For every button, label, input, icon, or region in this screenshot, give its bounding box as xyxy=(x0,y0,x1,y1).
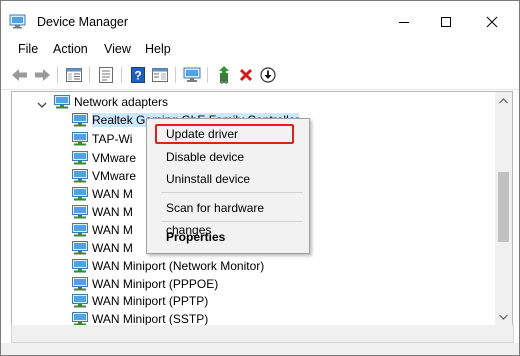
network-adapter-icon xyxy=(72,258,88,272)
status-bar xyxy=(1,343,519,355)
network-adapter-icon xyxy=(72,276,88,290)
device-label: WAN Miniport (PPTP) xyxy=(92,293,209,308)
scroll-down-icon[interactable] xyxy=(495,308,512,325)
device-item[interactable]: WAN M xyxy=(72,203,133,220)
forward-arrow-icon[interactable] xyxy=(33,66,51,84)
device-item[interactable]: WAN M xyxy=(72,185,133,202)
minimize-button[interactable] xyxy=(381,1,427,43)
device-label: WAN Miniport (Network Monitor) xyxy=(92,258,265,273)
device-label: WAN M xyxy=(92,222,133,237)
device-label: WAN M xyxy=(92,186,133,201)
action-pane-icon[interactable] xyxy=(151,66,169,84)
device-label: VMware xyxy=(92,150,137,165)
back-arrow-icon[interactable] xyxy=(11,66,29,84)
vertical-scrollbar[interactable] xyxy=(495,91,513,326)
device-item[interactable]: WAN Miniport (Network Monitor) xyxy=(72,257,264,274)
network-adapter-icon xyxy=(54,94,70,108)
device-label: WAN Miniport (SSTP) xyxy=(92,311,209,326)
minimize-icon xyxy=(399,22,409,23)
properties-icon[interactable] xyxy=(97,66,115,84)
scroll-up-icon[interactable] xyxy=(495,92,512,109)
scrollbar-thumb[interactable] xyxy=(498,172,509,242)
category-network-adapters[interactable]: Network adapters xyxy=(54,93,168,110)
monitor-icon[interactable] xyxy=(183,66,201,84)
menu-view[interactable]: View xyxy=(104,42,131,56)
device-manager-icon xyxy=(9,14,26,29)
device-item[interactable]: WAN M xyxy=(72,239,133,256)
device-label: VMware xyxy=(92,168,137,183)
category-label: Network adapters xyxy=(74,94,169,109)
close-button[interactable] xyxy=(469,1,515,43)
network-adapter-icon xyxy=(72,112,88,126)
svg-text:?: ? xyxy=(134,69,141,83)
update-driver-highlight xyxy=(155,124,294,144)
device-label: TAP-Wi xyxy=(92,131,133,146)
device-item[interactable]: WAN M xyxy=(72,221,133,238)
menu-help[interactable]: Help xyxy=(145,42,171,56)
device-label: WAN M xyxy=(92,204,133,219)
network-adapter-icon xyxy=(72,240,88,254)
window-title: Device Manager xyxy=(37,15,129,29)
device-item[interactable]: WAN Miniport (PPTP) xyxy=(72,292,208,309)
download-icon[interactable] xyxy=(259,66,277,84)
network-adapter-icon xyxy=(72,131,88,145)
menu-bar: File Action View Help xyxy=(1,39,519,59)
device-item[interactable]: VMware xyxy=(72,167,136,184)
disable-device-menu-item[interactable]: Disable device xyxy=(147,146,309,168)
network-adapter-icon xyxy=(72,222,88,236)
network-adapter-icon xyxy=(72,168,88,182)
update-driver-icon[interactable] xyxy=(215,66,233,84)
collapse-chevron-icon[interactable] xyxy=(37,98,47,112)
uninstall-icon[interactable] xyxy=(237,66,255,84)
uninstall-device-menu-item[interactable]: Uninstall device xyxy=(147,168,309,190)
network-adapter-icon xyxy=(72,186,88,200)
menu-action[interactable]: Action xyxy=(53,42,88,56)
device-item[interactable]: WAN Miniport (SSTP) xyxy=(72,310,209,326)
device-item[interactable]: WAN Miniport (PPPOE) xyxy=(72,275,218,292)
horizontal-scrollbar[interactable] xyxy=(11,325,514,343)
menu-separator xyxy=(161,221,303,222)
help-icon[interactable]: ? xyxy=(129,66,147,84)
network-adapter-icon xyxy=(72,311,88,325)
maximize-icon xyxy=(441,17,451,27)
device-item[interactable]: VMware xyxy=(72,149,136,166)
menu-file[interactable]: File xyxy=(18,42,38,56)
toolbar: ? xyxy=(1,61,519,90)
maximize-button[interactable] xyxy=(423,1,469,43)
device-label: WAN Miniport (PPPOE) xyxy=(92,276,219,291)
network-adapter-icon xyxy=(72,150,88,164)
close-icon xyxy=(486,16,498,28)
title-bar[interactable]: Device Manager xyxy=(1,1,519,43)
properties-menu-item[interactable]: Properties xyxy=(147,226,309,248)
menu-separator xyxy=(161,192,303,193)
device-label: WAN M xyxy=(92,240,133,255)
scan-hardware-menu-item[interactable]: Scan for hardware changes xyxy=(147,197,309,237)
show-hide-console-tree-icon[interactable] xyxy=(65,66,83,84)
device-item[interactable]: TAP-Wi xyxy=(72,130,132,147)
network-adapter-icon xyxy=(72,204,88,218)
network-adapter-icon xyxy=(72,293,88,307)
